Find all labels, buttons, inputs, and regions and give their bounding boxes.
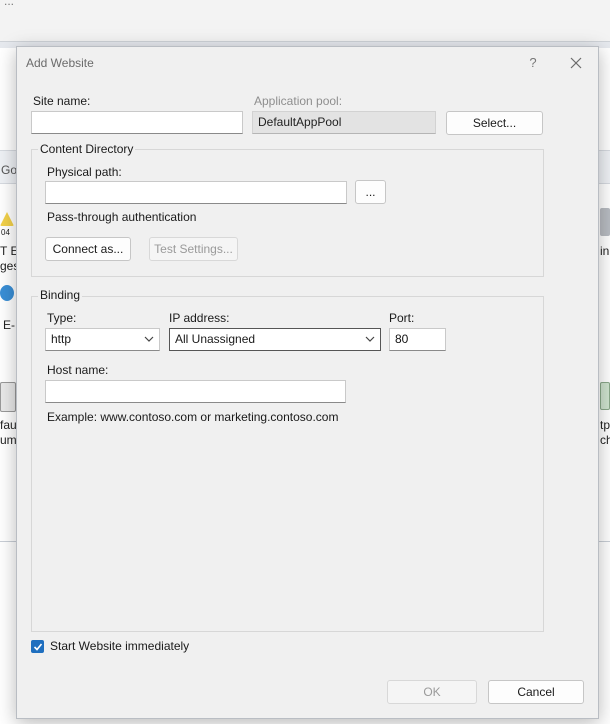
type-select[interactable]: http [45,328,160,351]
warning-badge: 04 [1,228,10,237]
ip-address-label: IP address: [169,311,230,325]
application-pool-field: DefaultAppPool [252,111,436,134]
ip-address-select-value: All Unassigned [175,332,256,346]
cancel-button[interactable]: Cancel [488,680,584,704]
chevron-down-icon [144,336,154,342]
select-app-pool-button[interactable]: Select... [446,111,543,135]
background-tool-icon [600,208,610,236]
application-pool-label: Application pool: [254,94,343,108]
background-feature-label: E- [3,318,15,332]
host-name-label: Host name: [47,363,109,377]
background-redirect-icon [600,382,610,410]
start-website-checkbox[interactable] [31,640,44,653]
background-go-text: Go [1,163,18,177]
physical-path-label: Physical path: [47,165,122,179]
background-feature-label: in [600,244,610,258]
port-input[interactable]: 80 [389,328,446,351]
ip-address-select[interactable]: All Unassigned [169,328,381,351]
port-label: Port: [389,311,415,325]
email-globe-icon [0,285,14,301]
default-document-icon [0,382,16,412]
checkmark-icon [33,643,43,651]
pass-through-auth-label: Pass-through authentication [47,210,197,224]
start-website-label[interactable]: Start Website immediately [50,639,189,653]
test-settings-button[interactable]: Test Settings... [149,237,238,261]
connect-as-button[interactable]: Connect as... [45,237,131,261]
background-feature-label: ch [600,433,610,447]
background-feature-label: um [0,433,17,447]
site-name-label: Site name: [33,94,91,108]
background-window-header: ... [0,0,610,42]
physical-path-input[interactable] [45,181,347,204]
close-button[interactable] [566,53,586,73]
chevron-down-icon [365,336,375,342]
binding-title: Binding [38,288,83,302]
background-feature-label: fau [0,418,17,432]
host-name-example: Example: www.contoso.com or marketing.co… [47,410,339,424]
dialog-title: Add Website [26,56,94,70]
dialog-titlebar: Add Website ? [17,47,598,79]
background-header-text: ... [4,0,15,8]
background-feature-label: tp [600,418,610,432]
help-button[interactable]: ? [527,55,539,70]
type-label: Type: [47,311,77,325]
ok-button[interactable]: OK [387,680,477,704]
type-select-value: http [51,332,72,346]
add-website-dialog: Add Website ? Site name: Application poo… [16,46,599,719]
close-icon [570,57,582,69]
browse-path-button[interactable]: ... [355,180,386,204]
site-name-input[interactable] [31,111,243,134]
content-directory-title: Content Directory [38,142,136,156]
host-name-input[interactable] [45,380,346,403]
